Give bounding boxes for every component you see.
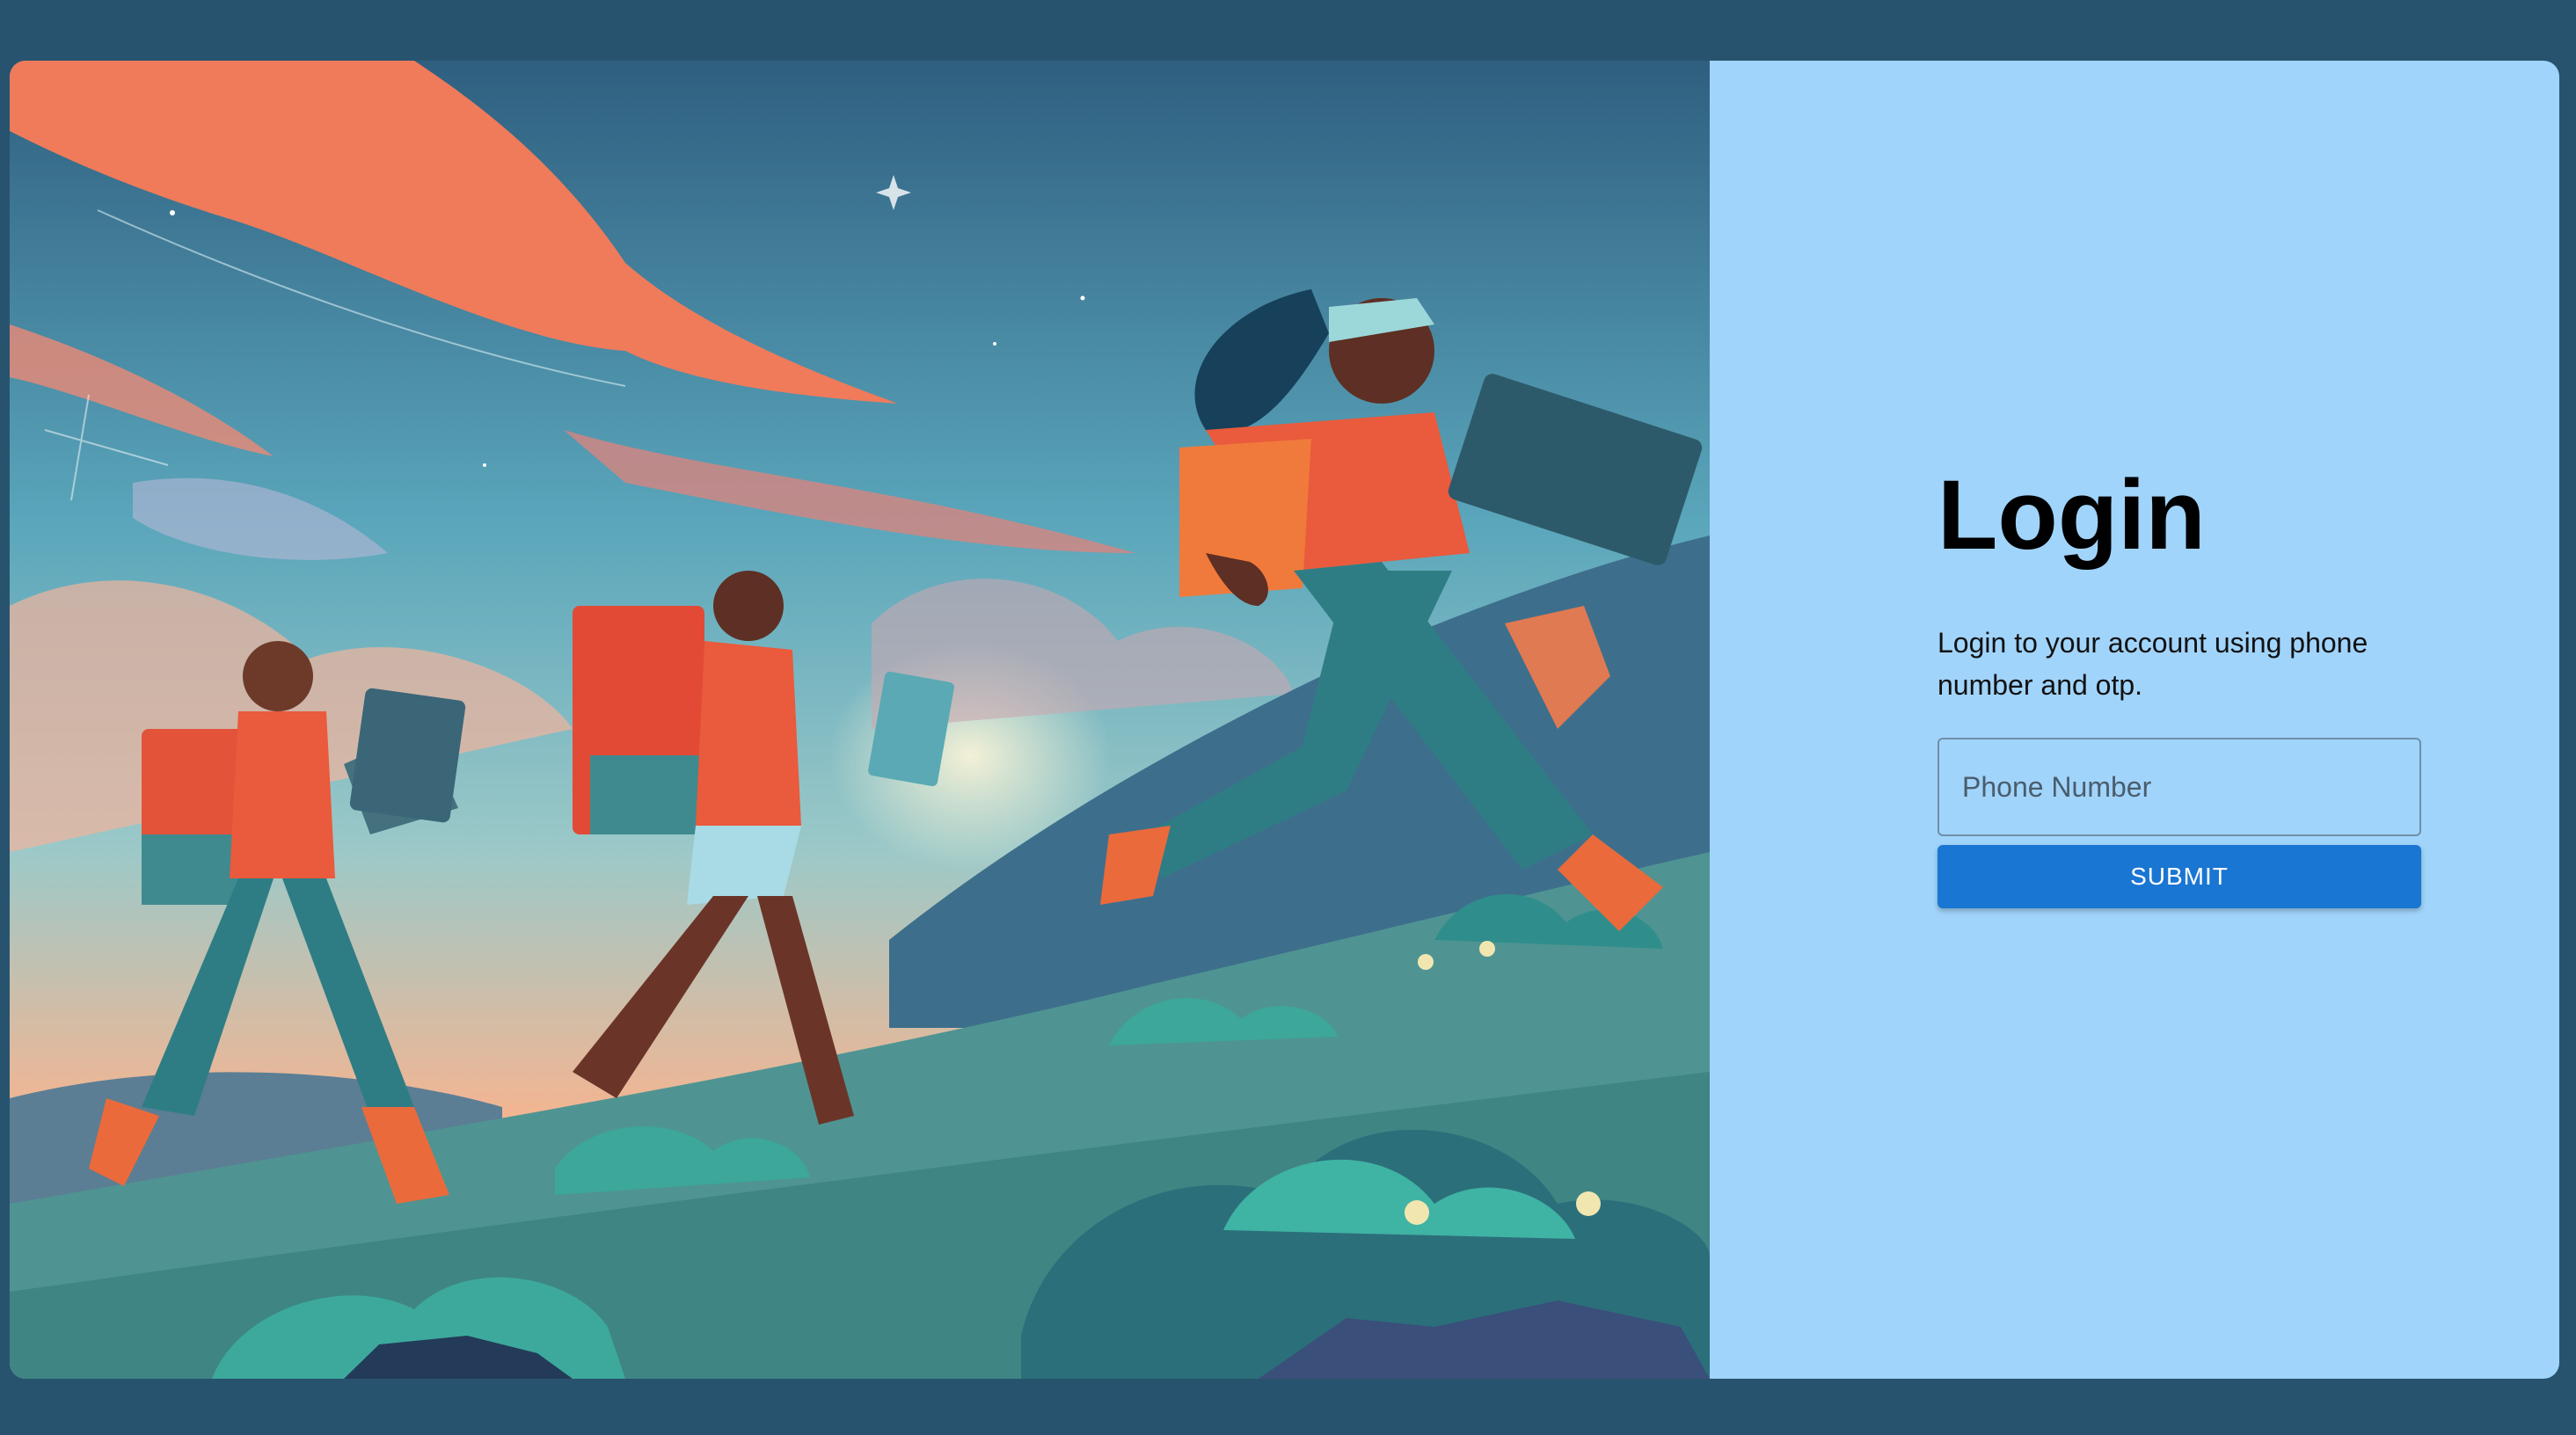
hero-illustration xyxy=(10,61,1710,1379)
page-title: Login xyxy=(1937,460,2206,570)
phone-number-input[interactable] xyxy=(1937,738,2421,836)
login-subtitle: Login to your account using phone number… xyxy=(1937,627,2368,701)
illustration-svg xyxy=(10,61,1710,1379)
login-form-panel: Login Login to your account using phone … xyxy=(1937,61,2430,1379)
submit-button[interactable]: SUBMIT xyxy=(1937,845,2421,908)
login-card: Login Login to your account using phone … xyxy=(10,61,2559,1379)
